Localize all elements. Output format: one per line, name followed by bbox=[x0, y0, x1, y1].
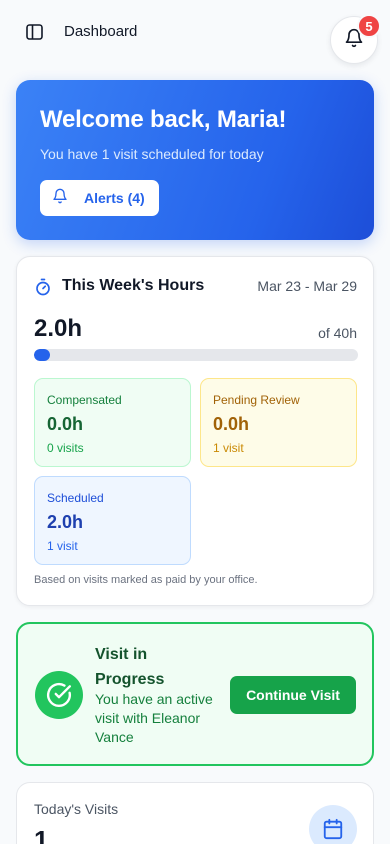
hours-target: of 40h bbox=[318, 325, 357, 341]
alerts-button-label: Alerts (4) bbox=[84, 190, 145, 206]
compensated-stat: Compensated 0.0h 0 visits bbox=[34, 378, 191, 467]
stat-label: Compensated bbox=[47, 393, 122, 407]
sidebar-toggle-icon[interactable] bbox=[24, 22, 44, 42]
visit-title: Visit in Progress bbox=[95, 646, 165, 688]
stat-value: 0.0h bbox=[47, 414, 84, 434]
date-range: Mar 23 - Mar 29 bbox=[257, 278, 357, 294]
bell-icon bbox=[52, 188, 68, 209]
todays-visits-count: 1 bbox=[34, 825, 49, 844]
top-bar: Dashboard 5 bbox=[0, 0, 390, 64]
welcome-banner: Welcome back, Maria! You have 1 visit sc… bbox=[16, 80, 374, 240]
stat-subtext: 0 visits bbox=[47, 441, 84, 455]
hours-progress-bar bbox=[34, 349, 358, 361]
todays-visits-card[interactable]: Today's Visits 1 bbox=[16, 782, 374, 844]
calendar-icon bbox=[309, 805, 357, 844]
stopwatch-icon bbox=[34, 277, 52, 302]
page-title: Dashboard bbox=[64, 23, 138, 40]
stat-value: 0.0h bbox=[213, 414, 250, 434]
stat-label: Pending Review bbox=[213, 393, 300, 407]
alerts-button[interactable]: Alerts (4) bbox=[40, 180, 159, 216]
visit-in-progress-card: Visit in Progress You have an active vis… bbox=[16, 622, 374, 766]
stat-value: 2.0h bbox=[47, 512, 84, 532]
hours-total: 2.0h bbox=[34, 315, 83, 342]
stat-subtext: 1 visit bbox=[47, 539, 78, 553]
visit-description: You have an active visit with Eleanor Va… bbox=[95, 691, 213, 745]
stat-label: Scheduled bbox=[47, 491, 104, 505]
weekly-hours-title: This Week's Hours bbox=[62, 277, 205, 294]
todays-visits-label: Today's Visits bbox=[34, 801, 119, 817]
notification-count-badge: 5 bbox=[357, 14, 381, 38]
welcome-heading: Welcome back, Maria! bbox=[40, 106, 287, 133]
welcome-subtitle: You have 1 visit scheduled for today bbox=[40, 146, 264, 162]
stat-subtext: 1 visit bbox=[213, 441, 244, 455]
weekly-hours-card: This Week's Hours Mar 23 - Mar 29 2.0h o… bbox=[16, 256, 374, 606]
hours-progress-fill bbox=[34, 349, 51, 361]
scheduled-stat: Scheduled 2.0h 1 visit bbox=[34, 476, 191, 565]
check-circle-icon bbox=[35, 671, 83, 719]
hours-footnote: Based on visits marked as paid by your o… bbox=[34, 574, 258, 586]
continue-visit-button[interactable]: Continue Visit bbox=[230, 676, 356, 714]
pending-review-stat: Pending Review 0.0h 1 visit bbox=[200, 378, 357, 467]
